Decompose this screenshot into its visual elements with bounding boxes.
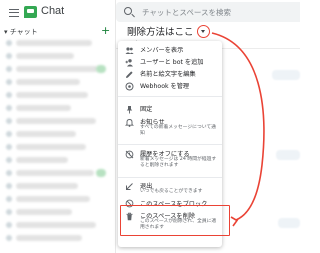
annotation-arrow	[211, 32, 265, 227]
